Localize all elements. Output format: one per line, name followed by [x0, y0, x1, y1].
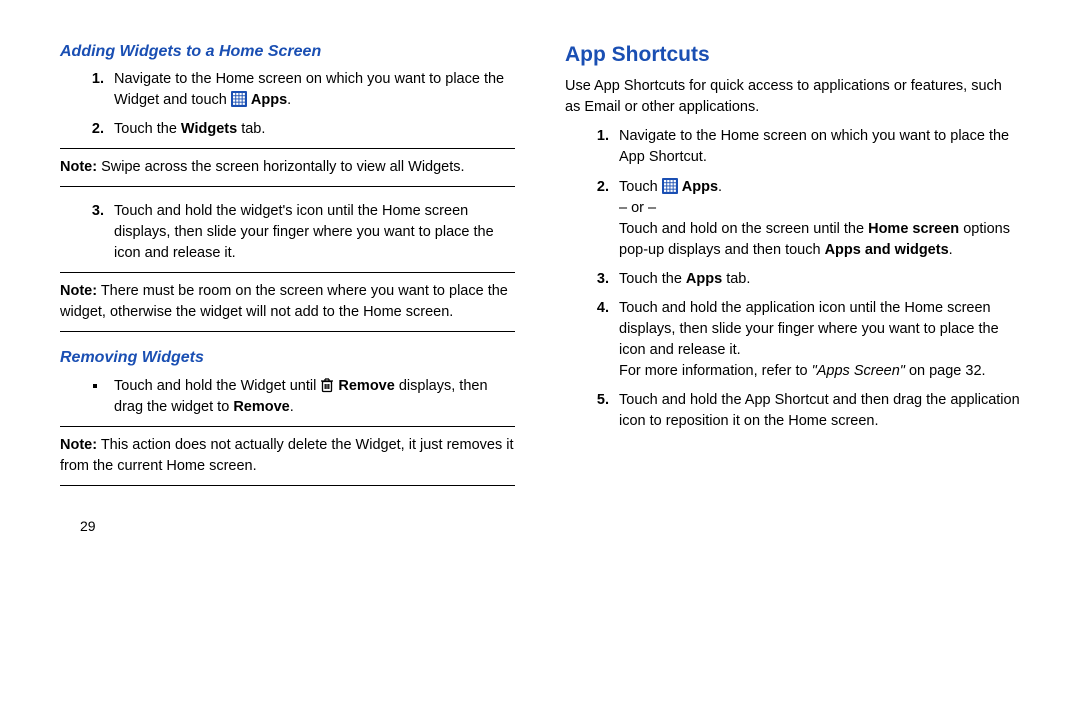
left-column: Adding Widgets to a Home Screen Navigate…	[60, 40, 515, 700]
step-text-end: tab.	[237, 121, 265, 137]
text-c: .	[290, 399, 294, 415]
page-number: 29	[80, 516, 515, 536]
step-2: Touch Apps.	[613, 177, 1020, 261]
step-text: Touch the	[114, 121, 181, 137]
adding-widgets-steps: Navigate to the Home screen on which you…	[60, 69, 515, 140]
note-text: Swipe across the screen horizontally to …	[97, 159, 465, 175]
note-not-delete: Note: This action does not actually dele…	[60, 426, 515, 486]
note-label: Note:	[60, 437, 97, 453]
apps-label: Apps	[682, 179, 718, 195]
remove-instruction: Touch and hold the Widget until	[108, 376, 515, 418]
step-1: Navigate to the Home screen on which you…	[613, 126, 1020, 168]
note-text: There must be room on the screen where y…	[60, 283, 508, 320]
widgets-label: Widgets	[181, 121, 237, 137]
intro-text: Use App Shortcuts for quick access to ap…	[565, 76, 1020, 118]
text-a: Touch and hold the application icon unti…	[619, 298, 1020, 361]
apps-grid-icon	[662, 179, 682, 195]
trash-icon	[320, 378, 338, 394]
note-label: Note:	[60, 283, 97, 299]
note-swipe: Note: Swipe across the screen horizontal…	[60, 148, 515, 187]
apps-screen-ref: "Apps Screen"	[812, 363, 905, 379]
step-5: Touch and hold the App Shortcut and then…	[613, 390, 1020, 432]
text-e: .	[949, 242, 953, 258]
text-b: .	[718, 179, 722, 195]
document-page: Adding Widgets to a Home Screen Navigate…	[0, 0, 1080, 720]
step-text: Touch and hold the widget's icon until t…	[114, 203, 494, 261]
step-text: Navigate to the Home screen on which you…	[114, 71, 504, 108]
heading-removing-widgets: Removing Widgets	[60, 346, 515, 369]
text-a: Touch	[619, 179, 662, 195]
text-b: tab.	[722, 271, 750, 287]
text-a: Touch the	[619, 271, 686, 287]
right-column: App Shortcuts Use App Shortcuts for quic…	[565, 40, 1020, 700]
note-room: Note: There must be room on the screen w…	[60, 272, 515, 332]
note-label: Note:	[60, 159, 97, 175]
step-3: Touch and hold the widget's icon until t…	[108, 201, 515, 264]
text-b: For more information, refer to	[619, 363, 812, 379]
or-line: – or –	[619, 198, 1020, 219]
apps-widgets-label: Apps and widgets	[825, 242, 949, 258]
heading-adding-widgets: Adding Widgets to a Home Screen	[60, 40, 515, 63]
adding-widgets-steps-cont: Touch and hold the widget's icon until t…	[60, 201, 515, 264]
removing-widgets-list: Touch and hold the Widget until	[60, 376, 515, 418]
home-screen-label: Home screen	[868, 221, 959, 237]
step-text: Touch and hold the App Shortcut and then…	[619, 392, 1020, 429]
step-text: Navigate to the Home screen on which you…	[619, 128, 1009, 165]
remove-label-1: Remove	[338, 378, 394, 394]
shortcut-steps: Navigate to the Home screen on which you…	[565, 126, 1020, 431]
step-2: Touch the Widgets tab.	[108, 119, 515, 140]
text-a: Touch and hold the Widget until	[114, 378, 320, 394]
step-1: Navigate to the Home screen on which you…	[108, 69, 515, 111]
apps-grid-icon	[231, 92, 251, 108]
text-c: on page 32.	[905, 363, 986, 379]
apps-tab-label: Apps	[686, 271, 722, 287]
step-text-end: .	[287, 92, 291, 108]
step-4: Touch and hold the application icon unti…	[613, 298, 1020, 382]
heading-app-shortcuts: App Shortcuts	[565, 40, 1020, 70]
note-text: This action does not actually delete the…	[60, 437, 513, 474]
apps-label: Apps	[251, 92, 287, 108]
step-3: Touch the Apps tab.	[613, 269, 1020, 290]
remove-label-2: Remove	[233, 399, 289, 415]
text-c: Touch and hold on the screen until the	[619, 221, 868, 237]
